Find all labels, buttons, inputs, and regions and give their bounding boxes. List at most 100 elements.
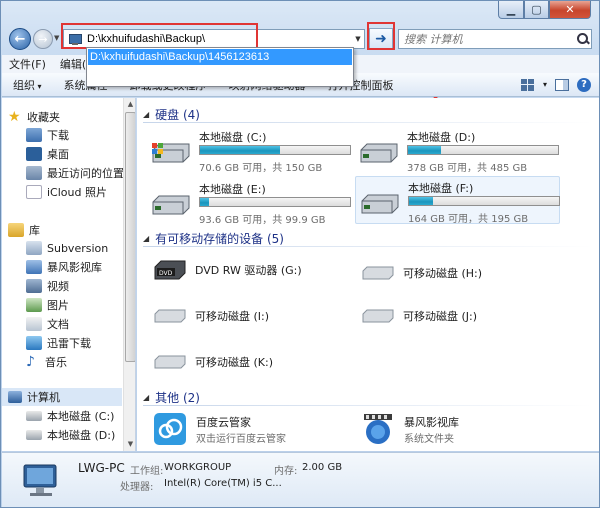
device-h[interactable]: 可移动磁盘 (H:) [361,261,482,285]
hard-drive-icon [152,195,190,215]
explorer-window: ▁ ▢ ✕ ← → ▼ ▼ ➜ D:\kxhuifudashi\Backup\1… [0,0,600,508]
thunder-download-icon [26,336,42,350]
search-box[interactable] [398,29,592,49]
workgroup-label: 工作组: [130,466,164,477]
app-baidu-cloud[interactable]: 百度云管家 双击运行百度云管家 [153,412,353,448]
group-header-hdd[interactable]: ◢ 硬盘 (4) [143,106,593,123]
video-icon [26,279,42,293]
capacity-bar [199,197,351,207]
nav-icloud[interactable]: iCloud 照片 [26,183,107,201]
scroll-down-icon[interactable]: ▼ [124,438,135,451]
removable-disk-icon [362,309,394,323]
navigation-pane: ★ 收藏夹 下载 桌面 最近访问的位置 iCloud 照片 库 Subversi… [2,98,136,451]
workgroup-value: WORKGROUP [164,462,232,473]
svg-text:DVD: DVD [159,270,173,277]
organize-button[interactable]: 组织 [2,77,53,93]
nav-music[interactable]: ♪ 音乐 [26,353,67,371]
address-bar[interactable]: ▼ [63,29,365,49]
nav-pictures[interactable]: 图片 [26,296,69,314]
cpu-value: Intel(R) Core(TM) i5 C... [164,478,282,489]
hard-drive-icon [361,194,399,214]
nav-thunder[interactable]: 迅雷下载 [26,334,91,352]
address-suggestion-item[interactable]: D:\kxhuifudashi\Backup\1456123613 [88,49,352,65]
device-k[interactable]: 可移动磁盘 (K:) [153,350,273,374]
address-dropdown-icon[interactable]: ▼ [352,35,364,43]
nav-disk-c[interactable]: 本地磁盘 (C:) [26,407,114,425]
nav-baofeng[interactable]: 暴风影视库 [26,258,102,276]
details-pane: LWG-PC 工作组: WORKGROUP 内存: 2.00 GB 处理器: I… [2,452,599,507]
address-input[interactable] [87,33,352,45]
maximize-button[interactable]: ▢ [524,1,549,19]
drive-d[interactable]: 本地磁盘 (D:) 378 GB 可用，共 485 GB [355,126,560,174]
removable-disk-icon [154,309,186,323]
help-icon[interactable]: ? [577,77,591,92]
content-pane: ◢ 硬盘 (4) 本地磁盘 (C:) 70.6 GB 可用，共 150 GB 本… [137,98,599,451]
star-icon: ★ [8,109,21,125]
nav-documents[interactable]: 文档 [26,315,69,333]
device-dvd[interactable]: DVD DVD RW 驱动器 (G:) [153,258,302,282]
search-input[interactable] [399,32,575,46]
removable-disk-icon [154,355,186,369]
collapse-triangle-icon[interactable]: ◢ [143,234,149,243]
device-j[interactable]: 可移动磁盘 (J:) [361,304,477,328]
recent-pages-dropdown[interactable]: ▼ [54,34,59,42]
forward-button[interactable]: → [33,29,53,49]
capacity-bar [199,145,351,155]
group-header-removable[interactable]: ◢ 有可移动存储的设备 (5) [143,230,593,247]
menu-file[interactable]: 文件(F) [2,56,53,72]
group-header-other[interactable]: ◢ 其他 (2) [143,389,593,406]
computer-name: LWG-PC [78,461,125,475]
nav-recent[interactable]: 最近访问的位置 [26,164,124,182]
dvd-drive-icon: DVD [154,260,186,280]
capacity-bar [408,196,560,206]
view-dropdown-icon[interactable]: ▾ [543,80,547,89]
drive-f[interactable]: 本地磁盘 (F:) 164 GB 可用，共 195 GB [355,176,560,225]
desktop-icon [26,147,42,161]
nav-computer[interactable]: 计算机 [2,388,122,406]
preview-pane-icon[interactable] [555,78,569,91]
change-view-icon[interactable] [520,78,535,91]
drive-c[interactable]: 本地磁盘 (C:) 70.6 GB 可用，共 150 GB [147,126,352,174]
computer-monitor-icon [23,464,57,496]
collapse-triangle-icon[interactable]: ◢ [143,110,149,119]
app-baofeng-library[interactable]: 暴风影视库 系统文件夹 [361,412,561,448]
video-library-icon [26,260,42,274]
icloud-photos-icon [26,185,42,199]
cpu-label: 处理器: [120,482,154,493]
hard-drive-icon [360,143,398,163]
nav-video[interactable]: 视频 [26,277,69,295]
nav-favorites[interactable]: ★ 收藏夹 [8,108,60,126]
computer-icon [67,33,83,45]
drive-icon [26,411,42,421]
device-i[interactable]: 可移动磁盘 (I:) [153,304,269,328]
minimize-button[interactable]: ▁ [498,1,524,19]
collapse-triangle-icon[interactable]: ◢ [143,393,149,402]
downloads-folder-icon [26,128,42,142]
documents-icon [26,317,42,331]
subversion-library-icon [26,241,42,255]
removable-disk-icon [362,266,394,280]
baofeng-library-icon [364,414,392,444]
address-suggestion-list: D:\kxhuifudashi\Backup\1456123613 [86,47,354,87]
caption-buttons: ▁ ▢ ✕ [498,1,591,19]
music-icon: ♪ [26,354,35,370]
recent-places-icon [26,166,42,180]
nav-downloads[interactable]: 下载 [26,126,69,144]
nav-disk-d[interactable]: 本地磁盘 (D:) [26,426,115,444]
drive-e[interactable]: 本地磁盘 (E:) 93.6 GB 可用，共 99.9 GB [147,178,352,226]
scroll-up-icon[interactable]: ▲ [124,98,135,111]
nav-desktop[interactable]: 桌面 [26,145,69,163]
search-icon[interactable] [575,31,591,47]
nav-libraries[interactable]: 库 [8,221,40,239]
scroll-thumb[interactable] [125,112,135,362]
back-button[interactable]: ← [9,28,31,50]
close-button[interactable]: ✕ [549,1,591,19]
pictures-icon [26,298,42,312]
nav-scrollbar[interactable]: ▲ ▼ [123,98,135,451]
go-arrow-button[interactable]: ➜ [369,28,393,50]
memory-value: 2.00 GB [302,462,343,473]
nav-subversion[interactable]: Subversion [26,239,108,257]
memory-label: 内存: [274,466,298,477]
library-icon [8,223,24,237]
drive-icon [26,430,42,440]
